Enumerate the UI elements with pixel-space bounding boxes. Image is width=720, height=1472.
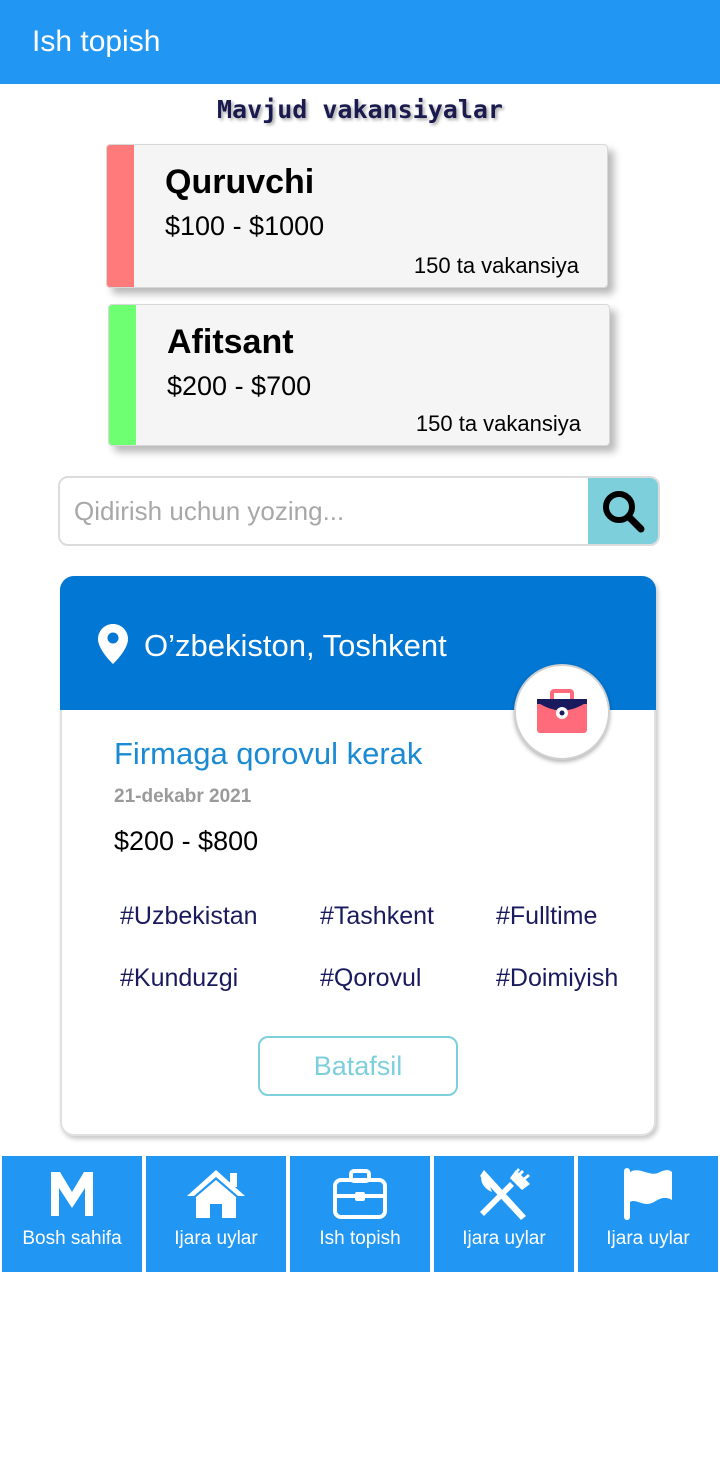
briefcase-icon (537, 689, 587, 733)
search-icon (603, 491, 645, 533)
fork-knife-icon (480, 1168, 530, 1220)
flag-icon (624, 1168, 672, 1220)
category-name: Quruvchi (165, 163, 315, 201)
category-accent-strip (107, 145, 134, 287)
job-category-badge (514, 664, 610, 760)
tag[interactable]: #Tashkent (320, 902, 434, 931)
search-input[interactable] (60, 478, 590, 544)
job-salary: $200 - $800 (114, 826, 259, 856)
category-salary: $100 - $1000 (165, 211, 325, 241)
nav-item-ish-topish[interactable]: Ish topish (290, 1156, 430, 1272)
search-bar (58, 476, 660, 546)
tag[interactable]: #Uzbekistan (120, 902, 258, 931)
tag[interactable]: #Fulltime (496, 902, 597, 931)
job-location: O’zbekiston, Toshkent (144, 628, 447, 663)
nav-item-bosh-sahifa[interactable]: Bosh sahifa (2, 1156, 142, 1272)
nav-item-ijara-uylar-3[interactable]: Ijara uylar (578, 1156, 718, 1272)
briefcase-icon (333, 1169, 387, 1219)
category-card-afitsant[interactable]: Afitsant $200 - $700 150 ta vakansiya (108, 304, 610, 446)
app-bar: Ish topish (0, 0, 720, 84)
category-salary: $200 - $700 (167, 371, 312, 401)
nav-label: Ijara uylar (174, 1228, 258, 1249)
category-name: Afitsant (167, 323, 294, 361)
nav-label: Bosh sahifa (22, 1228, 122, 1249)
app-title: Ish topish (32, 25, 161, 58)
location-pin-icon (98, 624, 128, 664)
nav-item-ijara-uylar[interactable]: Ijara uylar (146, 1156, 286, 1272)
job-date: 21-dekabr 2021 (114, 786, 252, 807)
bottom-nav: Bosh sahifa Ijara uylar Ish topish Ijara… (0, 1156, 720, 1272)
nav-label: Ijara uylar (462, 1228, 546, 1249)
section-title: Mavjud vakansiyalar (217, 95, 503, 124)
tag[interactable]: #Qorovul (320, 964, 421, 993)
job-card[interactable]: O’zbekiston, Toshkent Firmaga qorovul ke… (60, 576, 656, 1136)
job-title[interactable]: Firmaga qorovul kerak (114, 736, 422, 772)
category-count: 150 ta vakansiya (413, 253, 579, 278)
category-card-quruvchi[interactable]: Quruvchi $100 - $1000 150 ta vakansiya (106, 144, 608, 288)
category-count: 150 ta vakansiya (415, 411, 581, 436)
home-icon (187, 1170, 245, 1218)
nav-label: Ish topish (319, 1228, 401, 1249)
m-logo-icon (51, 1172, 93, 1216)
details-button[interactable]: Batafsil (258, 1036, 458, 1096)
tag[interactable]: #Kunduzgi (120, 964, 238, 993)
search-button[interactable] (588, 478, 658, 544)
tag[interactable]: #Doimiyish (496, 964, 618, 993)
nav-label: Ijara uylar (606, 1228, 690, 1249)
nav-item-ijara-uylar-2[interactable]: Ijara uylar (434, 1156, 574, 1272)
category-accent-strip (109, 305, 136, 445)
